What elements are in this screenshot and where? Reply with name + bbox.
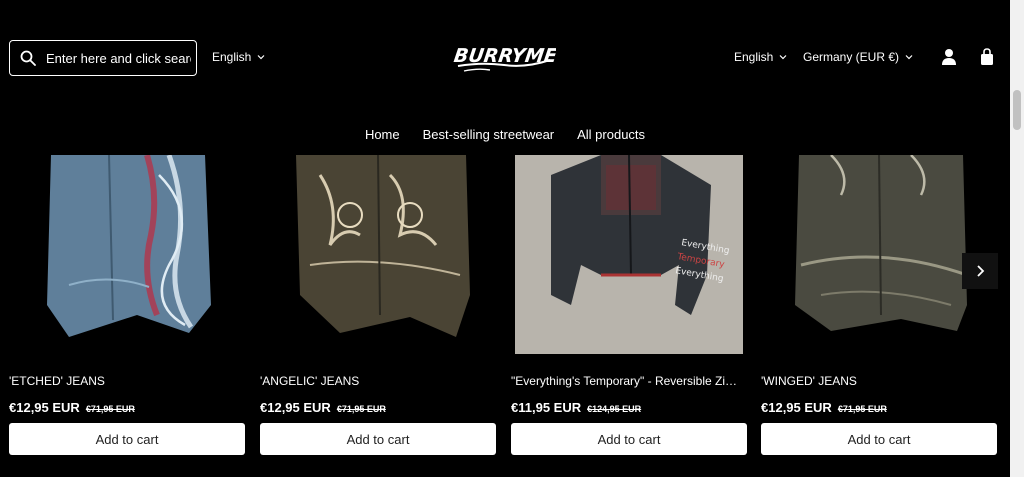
region-selector[interactable]: Germany (EUR €) [803, 50, 913, 64]
scrollbar-thumb[interactable] [1013, 90, 1021, 130]
chevron-down-icon [905, 55, 913, 60]
original-price: €71,95 EUR [837, 404, 887, 414]
add-to-cart-button[interactable]: Add to cart [9, 423, 245, 455]
main-nav: Home Best-selling streetwear All product… [0, 127, 1010, 142]
search-icon [20, 50, 36, 66]
language-label: English [212, 50, 252, 64]
page-scrollbar[interactable] [1010, 0, 1024, 477]
price-row: €12,95 EUR €71,95 EUR [761, 400, 887, 415]
product-card: Everything Temporary Everything "Everyth… [511, 155, 748, 455]
price-row: €12,95 EUR €71,95 EUR [260, 400, 386, 415]
search-input[interactable] [46, 50, 191, 66]
chevron-down-icon [257, 55, 265, 60]
sale-price: €12,95 EUR [9, 400, 80, 415]
product-title[interactable]: "Everything's Temporary" - Reversible Zi… [511, 374, 741, 388]
add-to-cart-button[interactable]: Add to cart [761, 423, 997, 455]
product-title[interactable]: 'ANGELIC' JEANS [260, 374, 490, 388]
account-icon[interactable] [941, 48, 957, 66]
nav-item-home[interactable]: Home [365, 127, 400, 142]
nav-item-best-selling[interactable]: Best-selling streetwear [423, 127, 555, 142]
price-row: €12,95 EUR €71,95 EUR [9, 400, 135, 415]
product-card: 'ETCHED' JEANS €12,95 EUR €71,95 EUR Add… [9, 155, 246, 455]
carousel-next-button[interactable] [962, 253, 998, 289]
chevron-right-icon [977, 265, 985, 277]
product-image[interactable]: Everything Temporary Everything [511, 155, 748, 354]
nav-item-all-products[interactable]: All products [577, 127, 645, 142]
search-box[interactable] [9, 40, 197, 76]
language-selector-right[interactable]: English [734, 50, 787, 64]
chevron-down-icon [779, 55, 787, 60]
original-price: €124,95 EUR [587, 404, 642, 414]
product-card: 'ANGELIC' JEANS €12,95 EUR €71,95 EUR Ad… [260, 155, 497, 455]
product-title[interactable]: 'ETCHED' JEANS [9, 374, 239, 388]
language-selector-left[interactable]: English [212, 50, 265, 64]
language-label: English [734, 50, 774, 64]
sale-price: €12,95 EUR [260, 400, 331, 415]
brand-logo[interactable]: BURRYME [452, 38, 556, 78]
shopping-bag-icon[interactable] [979, 48, 995, 66]
region-label: Germany (EUR €) [803, 50, 900, 64]
original-price: €71,95 EUR [85, 404, 135, 414]
price-row: €11,95 EUR €124,95 EUR [511, 400, 641, 415]
sale-price: €11,95 EUR [511, 400, 582, 415]
product-image[interactable] [9, 155, 246, 354]
add-to-cart-button[interactable]: Add to cart [511, 423, 747, 455]
original-price: €71,95 EUR [336, 404, 386, 414]
sale-price: €12,95 EUR [761, 400, 832, 415]
product-image[interactable] [260, 155, 497, 354]
add-to-cart-button[interactable]: Add to cart [260, 423, 496, 455]
product-title[interactable]: 'WINGED' JEANS [761, 374, 991, 388]
